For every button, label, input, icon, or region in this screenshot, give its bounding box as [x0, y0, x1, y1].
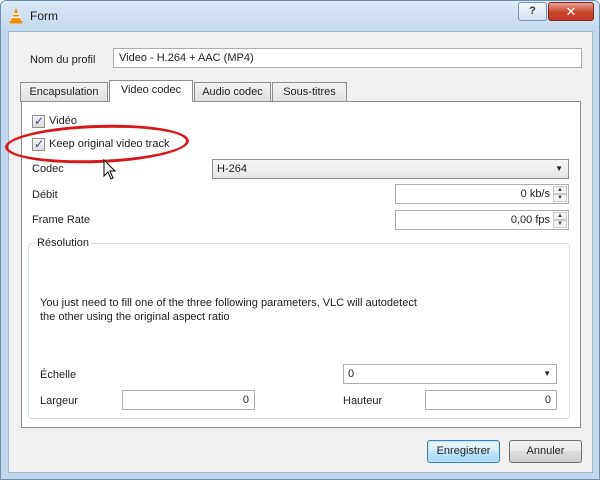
window-title: Form	[30, 9, 58, 23]
bitrate-value: 0 kb/s	[520, 188, 550, 200]
tab-encapsulation[interactable]: Encapsulation	[20, 82, 108, 102]
spin-down-icon[interactable]: ▼	[553, 220, 567, 228]
tab-subtitles[interactable]: Sous-titres	[272, 82, 347, 102]
scale-select[interactable]: 0 ▼	[343, 364, 557, 384]
codec-select[interactable]: H-264 ▼	[212, 159, 569, 179]
profile-name-label: Nom du profil	[30, 54, 96, 66]
tab-video-codec[interactable]: Video codec	[109, 80, 193, 102]
video-checkbox-label: Vidéo	[49, 115, 77, 127]
framerate-value: 0,00 fps	[510, 214, 550, 226]
resolution-info-line2: the other using the original aspect rati…	[40, 311, 230, 323]
spin-down-icon[interactable]: ▼	[553, 194, 567, 202]
spin-up-icon[interactable]: ▲	[553, 212, 567, 220]
bitrate-label: Débit	[32, 189, 58, 201]
title-bar: Form ? ✕	[1, 1, 599, 31]
bitrate-input[interactable]: 0 kb/s ▲ ▼	[395, 184, 569, 204]
chevron-down-icon: ▼	[555, 164, 563, 173]
scale-label: Échelle	[40, 369, 77, 381]
cancel-button[interactable]: Annuler	[509, 440, 582, 463]
width-label: Largeur	[40, 395, 78, 407]
codec-value: H-264	[217, 163, 247, 175]
resolution-group: Résolution You just need to fill one of …	[28, 237, 570, 419]
vlc-cone-icon	[9, 8, 23, 24]
height-input[interactable]: 0	[425, 390, 557, 410]
dialog-window: Form ? ✕ Nom du profil Video - H.264 + A…	[0, 0, 600, 480]
spin-up-icon[interactable]: ▲	[553, 186, 567, 194]
mouse-cursor-icon	[103, 159, 117, 180]
chevron-down-icon: ▼	[543, 369, 551, 378]
scale-value: 0	[348, 368, 355, 380]
help-button[interactable]: ?	[518, 2, 547, 21]
checkmark-icon: ✓	[34, 114, 45, 128]
close-button[interactable]: ✕	[548, 2, 594, 21]
tab-audio-codec[interactable]: Audio codec	[194, 82, 271, 102]
width-input[interactable]: 0	[122, 390, 255, 410]
profile-name-input[interactable]: Video - H.264 + AAC (MP4)	[113, 48, 582, 68]
height-label: Hauteur	[343, 395, 383, 407]
video-checkbox[interactable]: ✓	[32, 114, 45, 128]
framerate-input[interactable]: 0,00 fps ▲ ▼	[395, 210, 569, 230]
dialog-body: Nom du profil Video - H.264 + AAC (MP4) …	[8, 31, 593, 473]
resolution-info-line1: You just need to fill one of the three f…	[40, 297, 417, 309]
resolution-title: Résolution	[35, 237, 91, 249]
codec-label: Codec	[32, 163, 64, 175]
framerate-label: Frame Rate	[32, 214, 91, 226]
save-button[interactable]: Enregistrer	[427, 440, 500, 463]
